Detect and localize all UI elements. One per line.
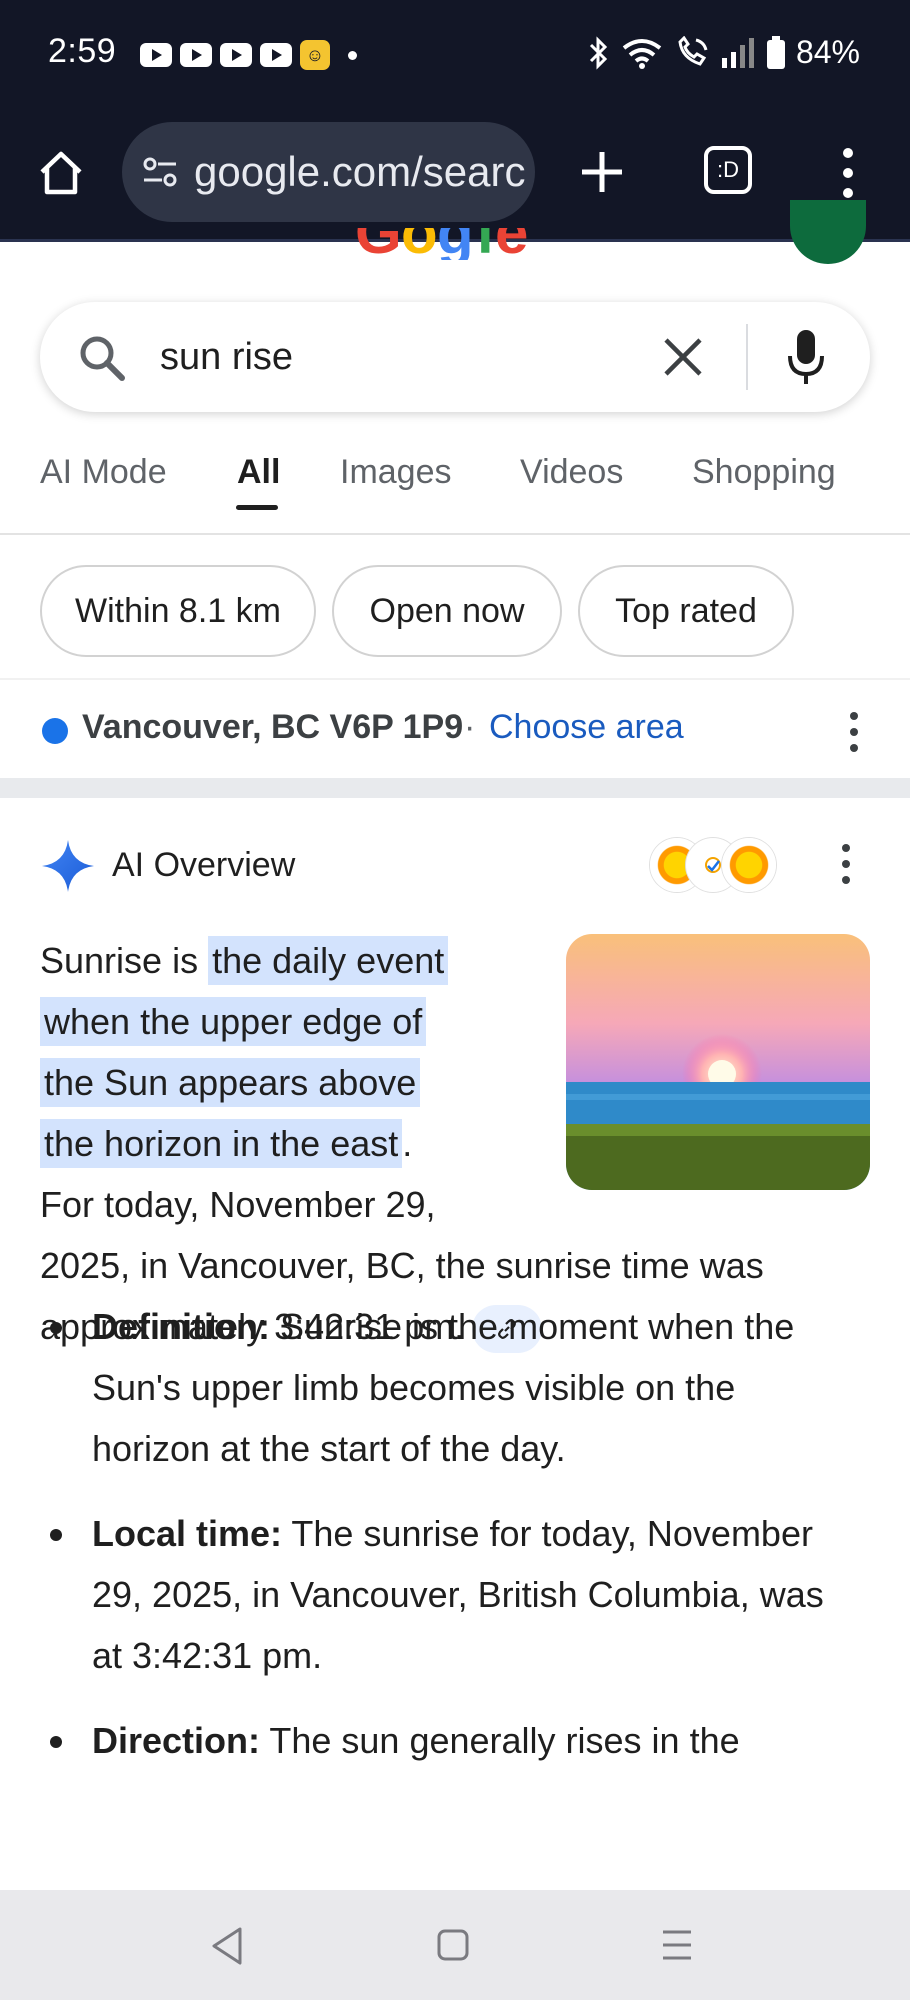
- back-icon[interactable]: [210, 1926, 244, 1966]
- list-item: Direction: The sun generally rises in th…: [40, 1710, 860, 1771]
- bullet-term: Definition:: [92, 1306, 270, 1347]
- para-line: For today, November 29,: [40, 1184, 436, 1225]
- youtube-icon: [260, 43, 292, 67]
- url-text: google.com/searc: [194, 148, 526, 195]
- ai-overview-title: AI Overview: [112, 846, 296, 884]
- tab-shopping[interactable]: Shopping: [692, 453, 836, 492]
- notification-icons: ☺: [140, 40, 357, 70]
- list-item: Definition: Sunrise is the moment when t…: [40, 1296, 860, 1479]
- bluetooth-icon: [589, 35, 608, 70]
- status-time: 2:59: [48, 32, 117, 70]
- filter-chips: Within 8.1 km Open now Top rated: [0, 535, 910, 675]
- location-dot-icon: [42, 718, 68, 744]
- section-divider: [0, 778, 910, 798]
- youtube-icon: [140, 43, 172, 67]
- browser-menu-icon[interactable]: [836, 148, 860, 198]
- location-separator: ·: [464, 708, 476, 746]
- highlighted-definition[interactable]: the daily event: [208, 936, 449, 985]
- ai-sparkle-icon: [42, 840, 94, 892]
- search-box: [40, 302, 870, 412]
- para-line: 2025, in Vancouver, BC, the sunrise time…: [40, 1245, 764, 1286]
- battery-icon: [766, 35, 785, 69]
- active-tab-indicator: [236, 505, 278, 510]
- clear-icon[interactable]: [658, 332, 708, 382]
- tab-switcher-button[interactable]: :D: [704, 146, 752, 194]
- choose-area-link[interactable]: Choose area: [489, 708, 684, 747]
- source-thumbnail[interactable]: [722, 838, 776, 892]
- tab-all[interactable]: All: [237, 453, 280, 492]
- home-nav-icon[interactable]: [436, 1926, 470, 1966]
- ai-overview-text: Sunrise is the daily event when the uppe…: [40, 930, 860, 1357]
- notification-app-icon: ☺: [300, 40, 330, 70]
- location-text: Vancouver, BC V6P 1P9: [82, 708, 464, 746]
- location-row: Vancouver, BC V6P 1P9 · Choose area: [0, 678, 910, 778]
- recents-icon[interactable]: [660, 1926, 694, 1966]
- ai-overview-bullets: Definition: Sunrise is the moment when t…: [40, 1296, 860, 1795]
- site-settings-icon[interactable]: [142, 155, 178, 189]
- browser-toolbar: google.com/searc :D: [0, 110, 910, 242]
- bullet-term: Local time:: [92, 1513, 283, 1554]
- microphone-icon[interactable]: [786, 328, 826, 386]
- intro-after: .: [402, 1123, 413, 1164]
- wifi-icon: [622, 38, 662, 69]
- youtube-icon: [180, 43, 212, 67]
- ai-overview-more-icon[interactable]: [841, 844, 851, 884]
- list-item: Local time: The sunrise for today, Novem…: [40, 1503, 860, 1686]
- battery-percent: 84%: [795, 34, 860, 70]
- address-bar[interactable]: google.com/searc: [122, 122, 535, 222]
- tab-images[interactable]: Images: [340, 453, 452, 492]
- chip-open-now[interactable]: Open now: [332, 565, 562, 657]
- signal-icon: [721, 37, 754, 68]
- bullet-text: The sun generally rises in the: [260, 1720, 740, 1761]
- ai-overview-header: AI Overview: [0, 830, 910, 900]
- search-divider: [746, 324, 748, 390]
- dot-icon: [348, 50, 357, 60]
- chip-top-rated[interactable]: Top rated: [578, 565, 794, 657]
- chip-within-distance[interactable]: Within 8.1 km: [40, 565, 316, 657]
- home-icon[interactable]: [36, 148, 86, 198]
- bullet-term: Direction:: [92, 1720, 261, 1761]
- highlighted-definition[interactable]: the Sun appears above: [40, 1058, 421, 1107]
- youtube-icon: [220, 43, 252, 67]
- tab-videos[interactable]: Videos: [520, 453, 623, 492]
- highlighted-definition[interactable]: when the upper edge of: [40, 997, 427, 1046]
- search-icon[interactable]: [76, 332, 128, 384]
- system-nav-bar: [0, 1890, 910, 2000]
- status-bar: 2:59 ☺ 84%: [0, 0, 910, 110]
- search-input[interactable]: [160, 330, 640, 384]
- intro-before: Sunrise is: [40, 940, 209, 981]
- source-thumbnails[interactable]: [650, 836, 780, 894]
- tab-ai-mode[interactable]: AI Mode: [40, 453, 167, 492]
- account-avatar[interactable]: [790, 200, 866, 264]
- location-more-icon[interactable]: [849, 712, 859, 752]
- google-logo: G o g l e: [355, 228, 555, 260]
- highlighted-definition[interactable]: the horizon in the east: [40, 1119, 403, 1168]
- search-tabs: AI Mode All Images Videos Shopping: [0, 445, 910, 535]
- new-tab-icon[interactable]: [576, 146, 628, 198]
- status-right: 84%: [588, 34, 860, 71]
- ai-overview-intro: Sunrise is the daily event when the uppe…: [40, 930, 850, 1357]
- wifi-call-icon: [678, 35, 708, 66]
